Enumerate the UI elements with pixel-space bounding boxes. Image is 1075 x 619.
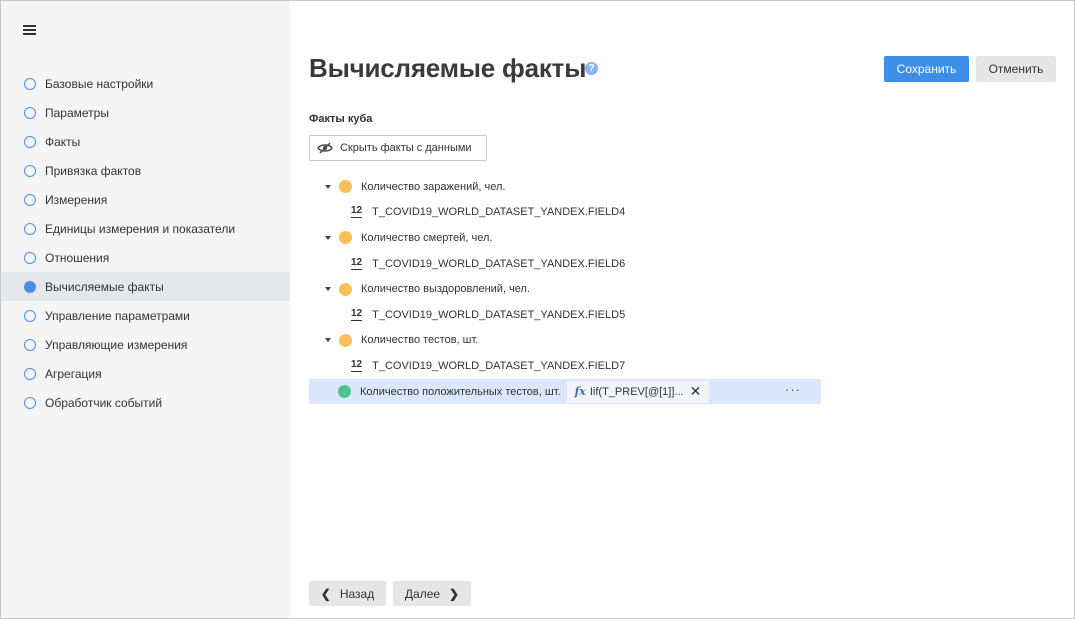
sidebar-item-label: Базовые настройки — [45, 76, 154, 91]
field-label: T_COVID19_WORLD_DATASET_YANDEX.FIELD7 — [372, 359, 626, 372]
sidebar-item-relations[interactable]: Отношения — [1, 243, 290, 272]
facts-tree: Количество заражений, чел. 12 T_COVID19_… — [309, 174, 821, 405]
sidebar-item-label: Агрегация — [45, 366, 102, 381]
back-label: Назад — [339, 586, 375, 601]
chevron-left-icon: ❮ — [320, 586, 331, 601]
sidebar-item-aggregation[interactable]: Агрегация — [1, 359, 290, 388]
fact-circle-icon — [339, 180, 352, 194]
chevron-right-icon: ❯ — [449, 586, 460, 601]
more-options-icon[interactable]: ··· — [785, 383, 801, 396]
fact-label: Количество тестов, шт. — [361, 334, 479, 347]
step-circle-icon — [24, 251, 36, 264]
sidebar-item-label: Факты — [45, 134, 81, 149]
sidebar-item-dimensions[interactable]: Измерения — [1, 185, 290, 214]
tree-row-fact[interactable]: Количество тестов, шт. — [309, 328, 821, 354]
calculated-fact-label: Количество положительных тестов, шт. — [360, 385, 561, 398]
sidebar-item-basic-settings[interactable]: Базовые настройки — [1, 69, 290, 98]
sidebar-item-label: Управление параметрами — [45, 308, 190, 323]
tree-row-fact[interactable]: Количество выздоровлений, чел. — [309, 276, 821, 302]
tree-row-fact[interactable]: Количество смертей, чел. — [309, 225, 821, 251]
field-label: T_COVID19_WORLD_DATASET_YANDEX.FIELD5 — [372, 308, 626, 321]
step-circle-icon — [24, 367, 36, 380]
fact-circle-icon — [339, 282, 352, 296]
sidebar-item-label: Единицы измерения и показатели — [45, 221, 236, 236]
field-label: T_COVID19_WORLD_DATASET_YANDEX.FIELD4 — [372, 206, 626, 219]
caret-down-icon[interactable] — [325, 287, 331, 292]
back-button[interactable]: ❮ Назад — [309, 581, 386, 606]
wizard-steps: Базовые настройки Параметры Факты Привяз… — [1, 69, 290, 417]
sidebar-item-label: Управляющие измерения — [45, 337, 188, 352]
sidebar-item-parameter-management[interactable]: Управление параметрами — [1, 301, 290, 330]
sidebar-item-parameters[interactable]: Параметры — [1, 98, 290, 127]
sidebar: Базовые настройки Параметры Факты Привяз… — [1, 1, 290, 618]
sidebar-item-fact-binding[interactable]: Привязка фактов — [1, 156, 290, 185]
fx-icon: fx — [574, 385, 586, 399]
calculated-fact-circle-icon — [338, 385, 351, 399]
cancel-button[interactable]: Отменить — [976, 56, 1056, 82]
caret-down-icon[interactable] — [325, 338, 331, 343]
formula-chip[interactable]: fx Iif(T_PREV[@[1]]... ✕ — [566, 380, 710, 403]
page-title: Вычисляемые факты — [309, 53, 587, 83]
fact-circle-icon — [339, 231, 352, 245]
sidebar-item-label: Измерения — [45, 192, 108, 207]
step-circle-icon — [24, 77, 36, 90]
hide-facts-label: Скрыть факты с данными — [340, 142, 472, 154]
formula-text: Iif(T_PREV[@[1]]... — [589, 385, 684, 398]
tree-row-field[interactable]: 12 T_COVID19_WORLD_DATASET_YANDEX.FIELD5 — [309, 302, 821, 328]
sidebar-item-facts[interactable]: Факты — [1, 127, 290, 156]
step-circle-icon — [24, 222, 36, 235]
step-circle-icon — [24, 164, 36, 177]
sidebar-item-units-and-indicators[interactable]: Единицы измерения и показатели — [1, 214, 290, 243]
next-label: Далее — [404, 586, 441, 601]
step-circle-icon — [24, 338, 36, 351]
sidebar-item-label: Обработчик событий — [45, 395, 163, 410]
help-icon[interactable]: ? — [585, 62, 598, 75]
tree-row-field[interactable]: 12 T_COVID19_WORLD_DATASET_YANDEX.FIELD7 — [309, 353, 821, 379]
hamburger-icon[interactable] — [23, 22, 38, 36]
tree-row-calculated-fact[interactable]: Количество положительных тестов, шт. fx … — [309, 378, 821, 405]
sidebar-item-event-handler[interactable]: Обработчик событий — [1, 388, 290, 417]
numeric-field-icon: 12 — [351, 256, 363, 270]
numeric-field-icon: 12 — [351, 205, 363, 219]
sidebar-item-control-dimensions[interactable]: Управляющие измерения — [1, 330, 290, 359]
fact-label: Количество смертей, чел. — [361, 231, 493, 244]
caret-down-icon[interactable] — [325, 235, 331, 240]
numeric-field-icon: 12 — [351, 307, 363, 321]
sidebar-item-calculated-facts[interactable]: Вычисляемые факты — [1, 272, 290, 301]
eye-off-icon — [317, 142, 333, 154]
step-circle-icon — [24, 106, 36, 119]
sidebar-item-label: Вычисляемые факты — [45, 279, 164, 294]
close-icon[interactable]: ✕ — [690, 383, 702, 400]
fact-circle-icon — [339, 333, 352, 347]
caret-down-icon[interactable] — [325, 184, 331, 189]
step-circle-icon — [24, 193, 36, 206]
section-label: Факты куба — [309, 113, 373, 125]
field-label: T_COVID19_WORLD_DATASET_YANDEX.FIELD6 — [372, 257, 626, 270]
sidebar-item-label: Параметры — [45, 105, 109, 120]
step-circle-icon — [24, 309, 36, 322]
numeric-field-icon: 12 — [351, 358, 363, 372]
fact-label: Количество заражений, чел. — [361, 180, 506, 193]
next-button[interactable]: Далее ❯ — [393, 581, 471, 606]
app-window: Базовые настройки Параметры Факты Привяз… — [0, 0, 1075, 619]
sidebar-item-label: Отношения — [45, 250, 110, 265]
tree-row-fact[interactable]: Количество заражений, чел. — [309, 174, 821, 200]
tree-row-field[interactable]: 12 T_COVID19_WORLD_DATASET_YANDEX.FIELD6 — [309, 251, 821, 277]
hide-facts-button[interactable]: Скрыть факты с данными — [309, 135, 487, 161]
tree-row-field[interactable]: 12 T_COVID19_WORLD_DATASET_YANDEX.FIELD4 — [309, 200, 821, 226]
step-circle-filled-icon — [24, 280, 36, 293]
step-circle-icon — [24, 135, 36, 148]
fact-label: Количество выздоровлений, чел. — [361, 283, 531, 296]
step-circle-icon — [24, 396, 36, 409]
sidebar-item-label: Привязка фактов — [45, 163, 142, 178]
save-button[interactable]: Сохранить — [884, 56, 969, 82]
